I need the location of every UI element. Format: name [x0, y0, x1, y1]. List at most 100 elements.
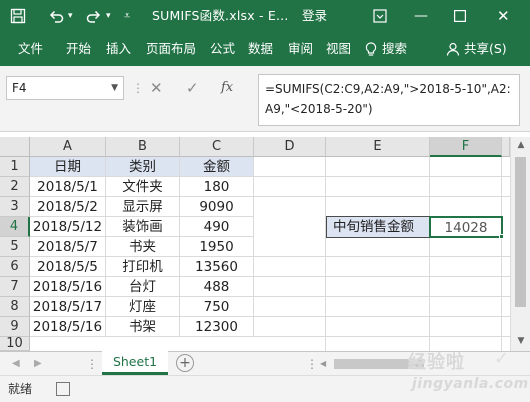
- cell-c8[interactable]: 750: [180, 297, 254, 317]
- save-icon[interactable]: [10, 0, 26, 32]
- search-label[interactable]: 搜索: [382, 32, 407, 66]
- cell-a2[interactable]: 2018/5/1: [30, 177, 106, 197]
- column-e-lower-cells[interactable]: [326, 237, 430, 351]
- cell-c4[interactable]: 490: [180, 217, 254, 237]
- vertical-scrollbar[interactable]: ▲ ▼: [510, 137, 530, 351]
- tab-view[interactable]: 视图: [326, 32, 351, 66]
- cell-b7[interactable]: 台灯: [106, 277, 180, 297]
- scroll-up-icon[interactable]: ▲: [511, 137, 530, 153]
- cell-b3[interactable]: 显示屏: [106, 197, 180, 217]
- formula-input[interactable]: =SUMIFS(C2:C9,A2:A9,">2018-5-10",A2:A9,"…: [258, 74, 520, 126]
- cell-a3[interactable]: 2018/5/2: [30, 197, 106, 217]
- column-d-cells[interactable]: [254, 157, 326, 351]
- column-header-f[interactable]: F: [430, 137, 502, 157]
- scroll-split-icon[interactable]: ⋮: [306, 352, 318, 376]
- cell-b8[interactable]: 灯座: [106, 297, 180, 317]
- cell-b6[interactable]: 打印机: [106, 257, 180, 277]
- cell-b9[interactable]: 书架: [106, 317, 180, 337]
- lightbulb-icon[interactable]: [365, 32, 377, 66]
- row-header-9[interactable]: 9: [0, 317, 30, 337]
- sheet-tab-sheet1[interactable]: Sheet1: [102, 351, 168, 375]
- row-header-10[interactable]: 10: [0, 337, 30, 351]
- sheet-next-icon[interactable]: ▶: [34, 352, 42, 376]
- cell-f4[interactable]: 14028: [429, 216, 503, 238]
- cell-e4[interactable]: 中旬销售金额: [326, 216, 431, 238]
- cell-b1[interactable]: 类别: [106, 157, 180, 177]
- sheet-prev-icon[interactable]: ◀: [12, 352, 20, 376]
- column-f-lower-cells[interactable]: [430, 237, 502, 351]
- column-f-upper-cells[interactable]: [430, 157, 502, 217]
- cell-c3[interactable]: 9090: [180, 197, 254, 217]
- column-header-e[interactable]: E: [326, 137, 430, 157]
- insert-function-icon[interactable]: fx: [221, 76, 233, 100]
- scroll-down-icon[interactable]: ▼: [511, 333, 530, 349]
- cell-b5[interactable]: 书夹: [106, 237, 180, 257]
- spreadsheet-grid: A B C D E F 1 2 3 4 5 6 7 8 9 10 日期 类别 金…: [0, 137, 530, 357]
- add-sheet-icon[interactable]: +: [176, 354, 194, 372]
- column-e-upper-cells[interactable]: [326, 157, 430, 217]
- tab-home[interactable]: 开始: [66, 32, 91, 66]
- grid-line: [254, 176, 510, 177]
- login-link[interactable]: 登录: [302, 0, 327, 32]
- cell-c9[interactable]: 12300: [180, 317, 254, 337]
- cell-a4[interactable]: 2018/5/12: [30, 217, 106, 237]
- tab-data[interactable]: 数据: [248, 32, 273, 66]
- cancel-icon[interactable]: ✕: [150, 76, 163, 100]
- column-header-c[interactable]: C: [180, 137, 254, 157]
- horizontal-scrollbar[interactable]: ◀: [320, 356, 520, 372]
- tab-formulas[interactable]: 公式: [210, 32, 235, 66]
- column-header-d[interactable]: D: [254, 137, 326, 157]
- row-header-1[interactable]: 1: [0, 157, 30, 177]
- cell-c6[interactable]: 13560: [180, 257, 254, 277]
- cell-c2[interactable]: 180: [180, 177, 254, 197]
- row-header-4[interactable]: 4: [0, 217, 30, 237]
- redo-icon[interactable]: [86, 0, 102, 32]
- name-box[interactable]: F4 ▼: [6, 76, 124, 100]
- sheet-tab-bar: ◀ ▶ ⋮ Sheet1 + ⋮ ◀: [0, 351, 530, 375]
- minimize-icon[interactable]: —: [414, 0, 428, 32]
- undo-dropdown-icon[interactable]: ▾: [68, 0, 73, 32]
- column-header-a[interactable]: A: [30, 137, 106, 157]
- row-header-8[interactable]: 8: [0, 297, 30, 317]
- row-header-7[interactable]: 7: [0, 277, 30, 297]
- column-header-g[interactable]: [502, 137, 510, 157]
- tab-page-layout[interactable]: 页面布局: [146, 32, 196, 66]
- column-header-b[interactable]: B: [106, 137, 180, 157]
- cell-c5[interactable]: 1950: [180, 237, 254, 257]
- tab-file[interactable]: 文件: [18, 32, 43, 66]
- redo-dropdown-icon[interactable]: ▾: [106, 0, 111, 32]
- select-all-corner[interactable]: [0, 137, 30, 157]
- cell-b4[interactable]: 装饰画: [106, 217, 180, 237]
- scroll-left-icon[interactable]: ◀: [320, 356, 326, 372]
- cell-a9[interactable]: 2018/5/16: [30, 317, 106, 337]
- cell-c7[interactable]: 488: [180, 277, 254, 297]
- tab-review[interactable]: 审阅: [288, 32, 313, 66]
- row-header-6[interactable]: 6: [0, 257, 30, 277]
- row-header-5[interactable]: 5: [0, 237, 30, 257]
- row-header-3[interactable]: 3: [0, 197, 30, 217]
- confirm-icon[interactable]: ✓: [186, 76, 199, 100]
- share-button[interactable]: 共享(S): [464, 32, 507, 66]
- grid-line: [254, 336, 510, 337]
- cell-a7[interactable]: 2018/5/16: [30, 277, 106, 297]
- person-icon[interactable]: [446, 32, 460, 66]
- cell-c1[interactable]: 金额: [180, 157, 254, 177]
- ribbon-display-icon[interactable]: [373, 0, 387, 32]
- fill-handle[interactable]: [499, 234, 504, 239]
- cell-b2[interactable]: 文件夹: [106, 177, 180, 197]
- scrollbar-thumb[interactable]: [515, 157, 526, 307]
- customize-toolbar-icon[interactable]: ⩡: [124, 0, 130, 32]
- cell-a5[interactable]: 2018/5/7: [30, 237, 106, 257]
- row-header-2[interactable]: 2: [0, 177, 30, 197]
- cell-a1[interactable]: 日期: [30, 157, 106, 177]
- undo-icon[interactable]: [48, 0, 64, 32]
- maximize-icon[interactable]: [454, 0, 467, 32]
- cell-a8[interactable]: 2018/5/17: [30, 297, 106, 317]
- tab-insert[interactable]: 插入: [106, 32, 131, 66]
- sheet-more-icon[interactable]: ⋮: [86, 352, 98, 376]
- close-icon[interactable]: ✕: [497, 0, 510, 32]
- chevron-down-icon[interactable]: ▼: [111, 77, 118, 99]
- macro-record-icon[interactable]: [56, 382, 70, 396]
- cell-a6[interactable]: 2018/5/5: [30, 257, 106, 277]
- horizontal-scrollbar-thumb[interactable]: [334, 359, 424, 369]
